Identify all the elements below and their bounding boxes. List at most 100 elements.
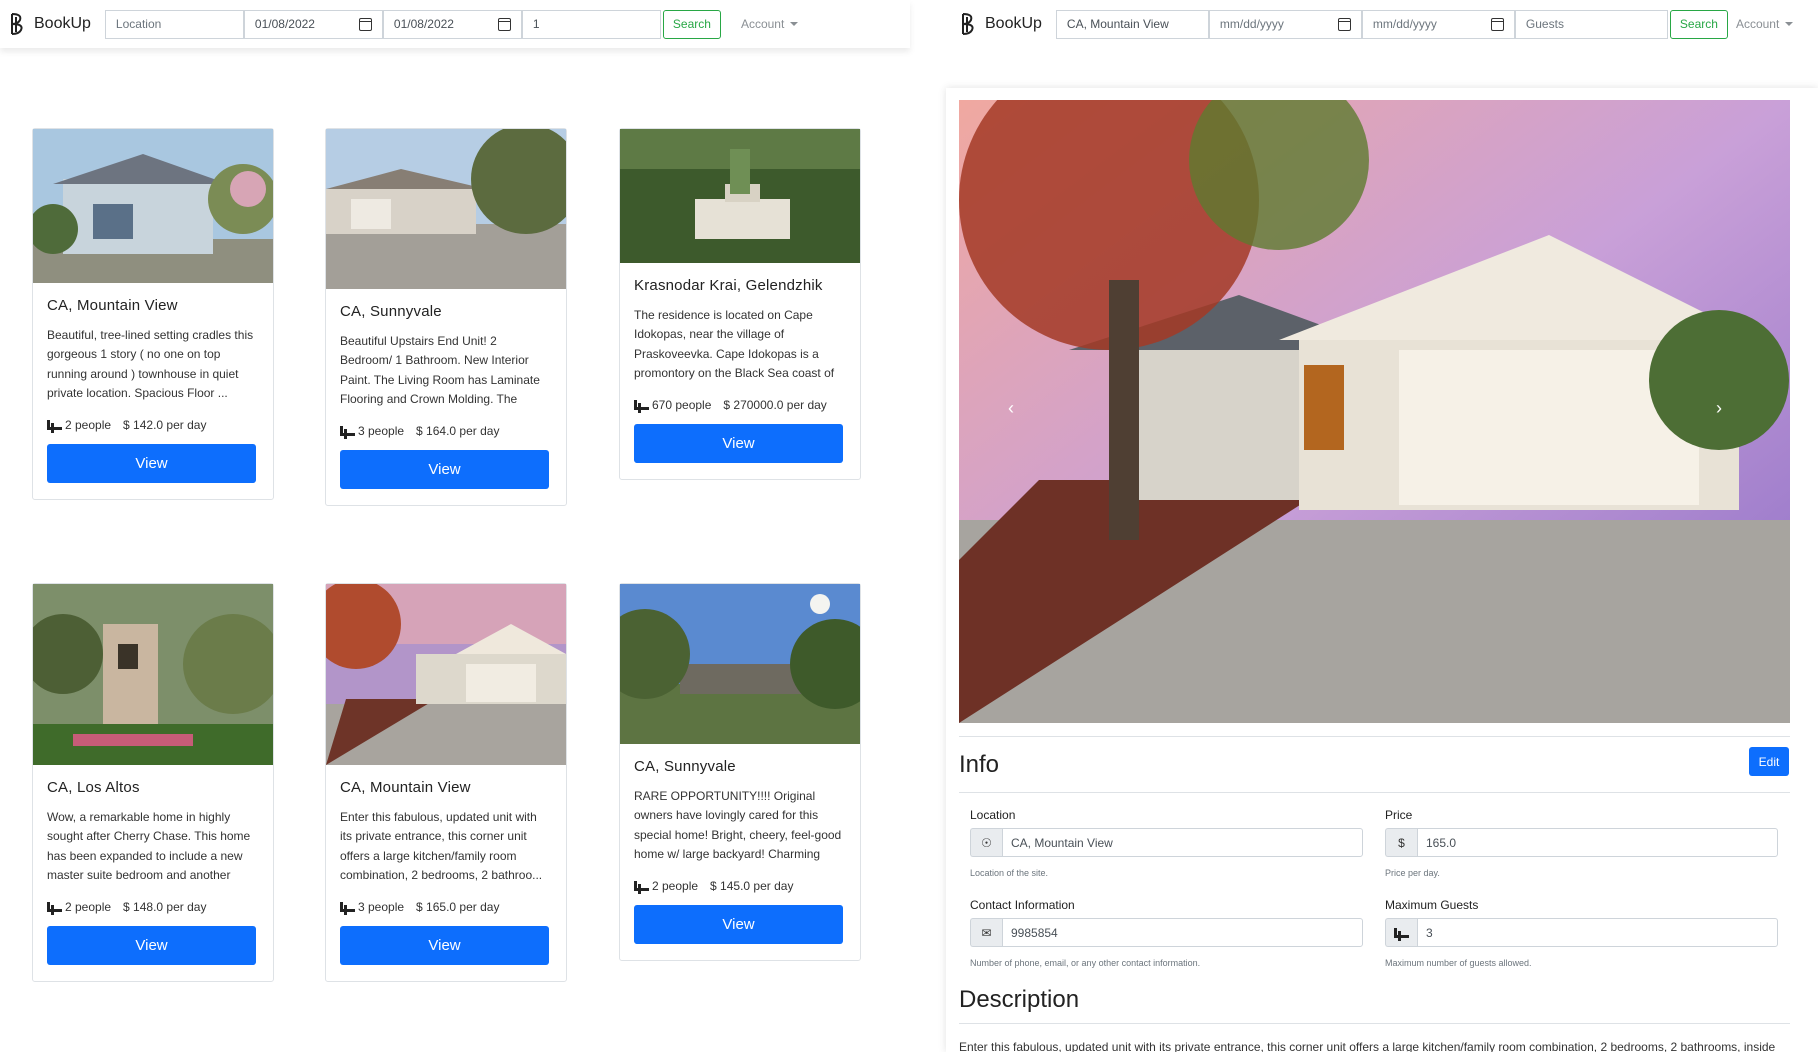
listing-detail-panel: ‹ › Info Edit Location ☉ CA, Mountain Vi… [946,88,1818,1052]
listing-photo [620,129,860,263]
dollar-icon: $ [1385,828,1417,857]
divider [959,736,1790,737]
bed-icon [47,420,62,430]
location-field: Location ☉ CA, Mountain View Location of… [970,808,1363,878]
price-info: $ 270000.0 per day [723,398,827,412]
left-navbar: BookUp Location 01/08/2022 01/08/2022 1 … [0,0,910,48]
globe-icon: ☉ [970,828,1002,857]
bed-icon [340,426,355,436]
account-dropdown[interactable]: Account [741,17,799,31]
listing-card: CA, Los Altos Wow, a remarkable home in … [32,583,274,982]
listing-title: Krasnodar Krai, Gelendzhik [634,277,823,294]
price-info: $ 148.0 per day [123,900,207,914]
field-label: Contact Information [970,898,1075,912]
listing-photo [33,129,273,283]
field-help: Location of the site. [970,868,1049,878]
listing-photo [326,129,566,289]
caret-down-icon [790,22,799,26]
listing-card: CA, Sunnyvale Beautiful Upstairs End Uni… [325,128,567,506]
bed-icon [47,902,62,912]
guests-info: 3 people [340,424,404,438]
field-help: Maximum number of guests allowed. [1385,958,1532,968]
check-in-input[interactable]: 01/08/2022 [243,9,383,39]
listing-description: RARE OPPORTUNITY!!!! Original owners hav… [634,789,842,867]
listing-title: CA, Mountain View [340,779,471,796]
contact-field: Contact Information ✉ 9985854 Number of … [970,898,1363,968]
view-button[interactable]: View [47,926,256,965]
guests-info: 3 people [340,900,404,914]
divider [959,792,1790,793]
envelope-icon: ✉ [970,918,1002,947]
max-guests-field: Maximum Guests 3 Maximum number of guest… [1385,898,1778,968]
listing-title: CA, Sunnyvale [634,758,736,775]
field-label: Price [1385,808,1413,822]
guests-info: 670 people [634,398,711,412]
price-input[interactable]: 165.0 [1417,828,1778,857]
edit-button[interactable]: Edit [1749,747,1789,776]
field-label: Maximum Guests [1385,898,1479,912]
location-input[interactable]: CA, Mountain View [1055,9,1209,39]
listing-card: CA, Mountain View Beautiful, tree-lined … [32,128,274,500]
field-help: Number of phone, email, or any other con… [970,958,1201,968]
caret-down-icon [1785,22,1794,26]
price-info: $ 145.0 per day [710,879,794,893]
calendar-icon[interactable] [1490,17,1504,31]
listing-photo [33,584,273,765]
calendar-icon[interactable] [1337,17,1351,31]
listing-photo [326,584,566,765]
listing-card: CA, Mountain View Enter this fabulous, u… [325,583,567,982]
guests-info: 2 people [47,900,111,914]
max-guests-input[interactable]: 3 [1417,918,1778,947]
listing-description: Enter this fabulous, updated unit with i… [340,810,543,883]
carousel-next-icon[interactable]: › [1716,398,1722,419]
guests-input[interactable]: 1 [521,9,661,39]
view-button[interactable]: View [634,424,843,463]
bed-icon [634,881,649,891]
view-button[interactable]: View [340,450,549,489]
price-info: $ 164.0 per day [416,424,500,438]
listing-title: CA, Mountain View [47,297,178,314]
listing-description: Beautiful, tree-lined setting cradles th… [47,328,254,401]
guests-info: 2 people [47,418,111,432]
account-dropdown[interactable]: Account [1736,17,1794,31]
listing-title: CA, Los Altos [47,779,140,796]
right-navbar: BookUp CA, Mountain View mm/dd/yyyy mm/d… [955,0,1818,48]
bed-icon [340,902,355,912]
listing-description: Wow, a remarkable home in highly sought … [47,810,251,888]
calendar-icon[interactable] [497,17,511,31]
listing-photo [620,584,860,744]
listing-description: Beautiful Upstairs End Unit! 2 Bedroom/ … [340,334,540,412]
location-input[interactable]: Location [104,9,244,39]
search-button[interactable]: Search [662,9,721,39]
listing-description: The residence is located on Cape Idokopa… [634,308,835,386]
location-input[interactable]: CA, Mountain View [1002,828,1363,857]
brand[interactable]: BookUp [8,12,91,36]
listing-card: CA, Sunnyvale RARE OPPORTUNITY!!!! Origi… [619,583,861,961]
listing-title: CA, Sunnyvale [340,303,442,320]
bookup-logo-icon [962,13,974,35]
brand-name: BookUp [34,15,91,32]
check-out-input[interactable]: 01/08/2022 [382,9,522,39]
search-button[interactable]: Search [1669,9,1728,39]
hero-carousel-image[interactable] [959,100,1790,723]
field-label: Location [970,808,1016,822]
carousel-prev-icon[interactable]: ‹ [1008,398,1014,419]
price-info: $ 165.0 per day [416,900,500,914]
brand[interactable]: BookUp [959,12,1042,36]
price-info: $ 142.0 per day [123,418,207,432]
divider [959,1023,1790,1024]
check-out-input[interactable]: mm/dd/yyyy [1361,9,1515,39]
calendar-icon[interactable] [358,17,372,31]
bed-icon [634,400,649,410]
info-heading: Info [959,751,1000,778]
check-in-input[interactable]: mm/dd/yyyy [1208,9,1362,39]
contact-input[interactable]: 9985854 [1002,918,1363,947]
listing-card: Krasnodar Krai, Gelendzhik The residence… [619,128,861,480]
price-field: Price $ 165.0 Price per day. [1385,808,1778,878]
guests-input[interactable]: Guests [1514,9,1668,39]
view-button[interactable]: View [634,905,843,944]
view-button[interactable]: View [340,926,549,965]
view-button[interactable]: View [47,444,256,483]
description-heading: Description [959,986,1080,1013]
bookup-logo-icon [11,13,23,35]
